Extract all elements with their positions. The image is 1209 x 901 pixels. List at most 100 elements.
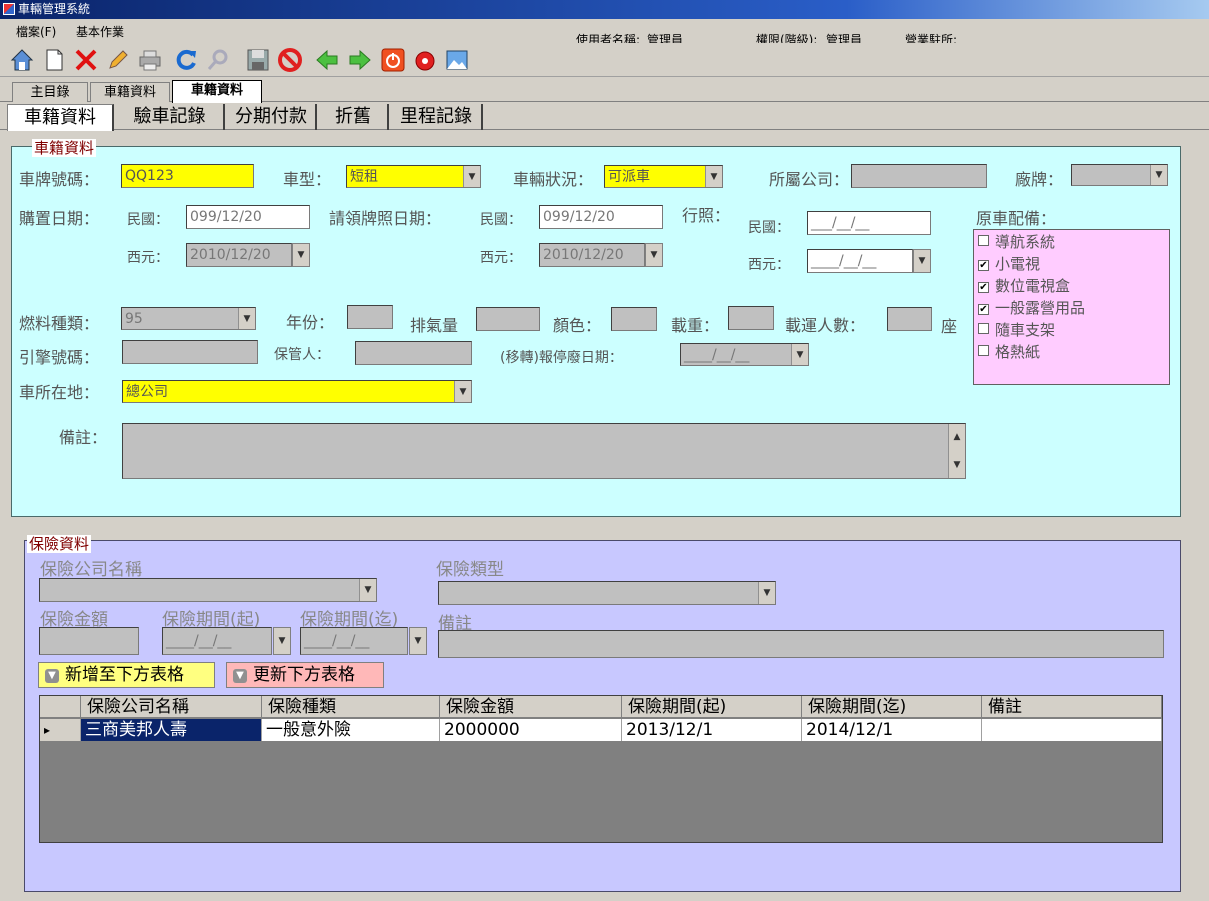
capacity-label: 載運人數： <box>785 316 866 335</box>
ins-type-select[interactable]: ▼ <box>438 581 776 605</box>
new-document-icon[interactable] <box>40 46 68 74</box>
forward-arrow-icon[interactable] <box>346 46 374 74</box>
col-header-end[interactable]: 保險期間(迄) <box>802 696 982 718</box>
menu-basic[interactable]: 基本作業 <box>76 23 124 40</box>
alarm-icon[interactable] <box>411 46 439 74</box>
col-header-type[interactable]: 保險種類 <box>262 696 440 718</box>
equip-item-paper[interactable]: 格熱紙 <box>978 341 1040 362</box>
equip-item-navigation[interactable]: 導航系統 <box>978 231 1055 252</box>
ins-note-input[interactable] <box>438 630 1164 658</box>
subtab-vehicle[interactable]: 車籍資料 <box>7 104 114 131</box>
displacement-input[interactable] <box>476 307 540 331</box>
year-input[interactable] <box>347 305 393 329</box>
chevron-down-icon[interactable]: ▼ <box>463 166 480 187</box>
col-header-amount[interactable]: 保險金額 <box>440 696 622 718</box>
table-cell[interactable]: 一般意外險 <box>262 719 440 741</box>
edit-pencil-icon[interactable] <box>104 46 132 74</box>
checkbox[interactable]: ✔ <box>978 260 989 271</box>
ins-company-select[interactable]: ▼ <box>39 578 377 602</box>
scrap-select[interactable]: ____/__/__ ▼ <box>680 343 809 366</box>
ins-amount-input[interactable] <box>39 627 139 655</box>
ins-start-input[interactable]: ____/__/__ <box>162 627 272 655</box>
scroll-down-icon[interactable]: ▼ <box>954 454 961 476</box>
chevron-down-icon[interactable]: ▼ <box>292 243 310 267</box>
fuel-select[interactable]: 95 ▼ <box>121 307 256 330</box>
chevron-down-icon[interactable]: ▼ <box>645 243 663 267</box>
engine-input[interactable] <box>122 340 258 364</box>
row-pointer-icon[interactable]: ▸ <box>40 719 81 741</box>
chevron-down-icon[interactable]: ▼ <box>1150 165 1167 185</box>
company-input[interactable] <box>851 164 987 188</box>
subtab-inspection[interactable]: 驗車記錄 <box>116 104 225 130</box>
checkbox[interactable] <box>978 323 989 334</box>
image-icon[interactable] <box>443 46 471 74</box>
permit-label: 行照： <box>682 206 731 225</box>
chevron-down-icon[interactable]: ▼ <box>913 249 931 273</box>
home-icon[interactable] <box>8 46 36 74</box>
permit-roc-input[interactable]: ___/__/__ <box>807 211 931 235</box>
tab-vehicle-2[interactable]: 車籍資料 <box>172 80 262 103</box>
search-icon[interactable] <box>204 46 232 74</box>
note-textarea[interactable]: ▲ ▼ <box>122 423 966 479</box>
purchase-ad-input[interactable]: 2010/12/20 <box>186 243 292 267</box>
chevron-down-icon[interactable]: ▼ <box>359 579 376 601</box>
load-input[interactable] <box>728 306 774 330</box>
capacity-input[interactable] <box>887 307 932 331</box>
table-cell[interactable] <box>982 719 1162 741</box>
table-cell[interactable]: 2000000 <box>440 719 622 741</box>
custodian-input[interactable] <box>355 341 472 365</box>
license-ad-input[interactable]: 2010/12/20 <box>539 243 645 267</box>
color-input[interactable] <box>611 307 657 331</box>
chevron-down-icon[interactable]: ▼ <box>273 627 291 655</box>
col-header-start[interactable]: 保險期間(起) <box>622 696 802 718</box>
chevron-down-icon[interactable]: ▼ <box>409 627 427 655</box>
brand-select[interactable]: ▼ <box>1071 164 1168 186</box>
col-header-company[interactable]: 保險公司名稱 <box>81 696 262 718</box>
equip-item-tv-box[interactable]: ✔ 數位電視盒 <box>978 275 1070 296</box>
location-select[interactable]: 總公司 ▼ <box>122 380 472 403</box>
back-arrow-icon[interactable] <box>313 46 341 74</box>
subtab-mileage[interactable]: 里程記錄 <box>391 104 483 130</box>
delete-icon[interactable] <box>72 46 100 74</box>
print-icon[interactable] <box>136 46 164 74</box>
tab-main-menu[interactable]: 主目錄 <box>12 82 88 102</box>
color-label: 顏色： <box>553 316 602 335</box>
tab-vehicle-1[interactable]: 車籍資料 <box>90 82 170 102</box>
subtab-installment[interactable]: 分期付款 <box>227 104 317 130</box>
table-cell[interactable]: 2013/12/1 <box>622 719 802 741</box>
permit-ad-input[interactable]: ____/__/__ <box>807 249 913 273</box>
license-roc-input[interactable]: 099/12/20 <box>539 205 663 229</box>
load-label: 載重： <box>671 316 720 335</box>
chevron-down-icon[interactable]: ▼ <box>758 582 775 604</box>
checkbox[interactable]: ✔ <box>978 282 989 293</box>
table-cell[interactable]: 2014/12/1 <box>802 719 982 741</box>
seat-unit: 座 <box>941 317 958 336</box>
equip-item-camping[interactable]: ✔ 一般露營用品 <box>978 297 1085 318</box>
plate-input[interactable]: QQ123 <box>121 164 254 188</box>
equip-item-stand[interactable]: 隨車支架 <box>978 319 1055 340</box>
save-icon[interactable] <box>244 46 272 74</box>
chevron-down-icon[interactable]: ▼ <box>238 308 255 329</box>
status-select[interactable]: 可派車 ▼ <box>604 165 723 188</box>
add-to-table-button[interactable]: ▼ 新增至下方表格 <box>38 662 215 688</box>
subtab-depreciation[interactable]: 折舊 <box>319 104 389 130</box>
scroll-up-icon[interactable]: ▲ <box>954 426 961 448</box>
refresh-icon[interactable] <box>172 46 200 74</box>
table-cell[interactable]: 三商美邦人壽 <box>81 719 262 741</box>
chevron-down-icon[interactable]: ▼ <box>454 381 471 402</box>
chevron-down-icon[interactable]: ▼ <box>705 166 722 187</box>
checkbox[interactable] <box>978 345 989 356</box>
update-table-button[interactable]: ▼ 更新下方表格 <box>226 662 384 688</box>
checkbox[interactable]: ✔ <box>978 304 989 315</box>
purchase-roc-input[interactable]: 099/12/20 <box>186 205 310 229</box>
checkbox[interactable] <box>978 235 989 246</box>
col-header-note[interactable]: 備註 <box>982 696 1162 718</box>
chevron-down-icon[interactable]: ▼ <box>791 344 808 365</box>
equip-item-tv[interactable]: ✔ 小電視 <box>978 253 1040 274</box>
menu-file[interactable]: 檔案(F) <box>16 23 56 40</box>
scrollbar[interactable]: ▲ ▼ <box>948 424 965 478</box>
type-select[interactable]: 短租 ▼ <box>346 165 481 188</box>
power-icon[interactable] <box>379 46 407 74</box>
ins-end-input[interactable]: ____/__/__ <box>300 627 408 655</box>
cancel-icon[interactable] <box>276 46 304 74</box>
